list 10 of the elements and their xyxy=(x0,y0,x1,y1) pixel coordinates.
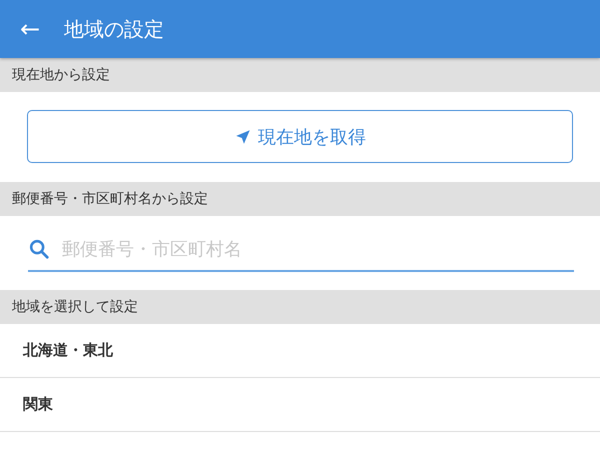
region-list-item[interactable]: 北海道・東北 xyxy=(0,324,600,378)
section-heading: 地域を選択して設定 xyxy=(12,298,138,316)
navigation-icon xyxy=(234,128,252,146)
section-heading: 現在地から設定 xyxy=(12,66,110,84)
back-button[interactable]: ← xyxy=(20,17,40,41)
search-icon xyxy=(28,238,50,260)
screen-title: 地域の設定 xyxy=(64,16,164,42)
region-list-item[interactable]: 関東 xyxy=(0,378,600,432)
section-heading: 郵便番号・市区町村名から設定 xyxy=(12,190,208,208)
get-location-button[interactable]: 現在地を取得 xyxy=(27,110,573,163)
